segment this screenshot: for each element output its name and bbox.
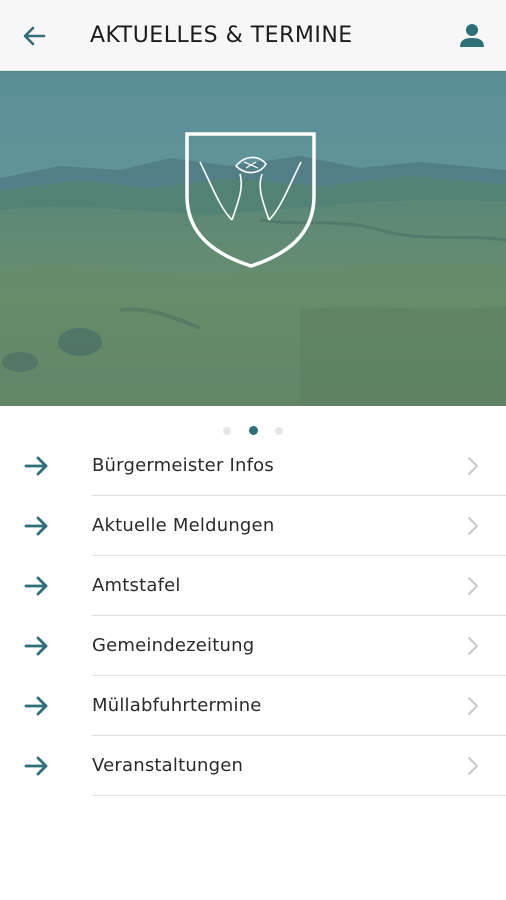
menu-item-aktuelle-meldungen[interactable]: Aktuelle Meldungen xyxy=(0,496,506,556)
arrow-right-icon xyxy=(24,516,48,536)
person-icon xyxy=(460,24,484,47)
carousel-pager xyxy=(0,420,506,435)
menu-item-label: Aktuelle Meldungen xyxy=(92,515,275,536)
profile-button[interactable] xyxy=(452,16,492,56)
menu-item-veranstaltungen[interactable]: Veranstaltungen xyxy=(0,736,506,796)
menu-list: Bürgermeister Infos Aktuelle Meldungen A… xyxy=(0,436,506,796)
chevron-right-icon xyxy=(468,517,478,535)
arrow-right-icon xyxy=(24,456,48,476)
hero-landscape-image xyxy=(0,70,506,406)
menu-item-buergermeister-infos[interactable]: Bürgermeister Infos xyxy=(0,436,506,496)
chevron-right-icon xyxy=(468,457,478,475)
menu-item-label: Gemeindezeitung xyxy=(92,635,255,656)
hero-banner[interactable] xyxy=(0,70,506,406)
menu-item-label: Bürgermeister Infos xyxy=(92,455,274,476)
arrow-right-icon xyxy=(24,696,48,716)
chevron-right-icon xyxy=(468,577,478,595)
pager-dot-1[interactable] xyxy=(223,426,232,435)
menu-item-gemeindezeitung[interactable]: Gemeindezeitung xyxy=(0,616,506,676)
arrow-right-icon xyxy=(24,576,48,596)
arrow-right-icon xyxy=(24,756,48,776)
menu-item-label: Amtstafel xyxy=(92,575,181,596)
menu-item-label: Veranstaltungen xyxy=(92,755,244,776)
menu-item-muellabfuhrtermine[interactable]: Müllabfuhrtermine xyxy=(0,676,506,736)
pager-dot-2[interactable] xyxy=(248,426,258,435)
back-button[interactable] xyxy=(14,16,54,56)
chevron-right-icon xyxy=(468,757,478,775)
pager-dot-3[interactable] xyxy=(274,426,283,435)
chevron-right-icon xyxy=(468,637,478,655)
arrow-right-icon xyxy=(24,636,48,656)
page-title: AKTUELLES & TERMINE xyxy=(90,23,353,48)
chevron-right-icon xyxy=(468,697,478,715)
arrow-left-icon xyxy=(23,26,46,46)
app-bar: AKTUELLES & TERMINE xyxy=(0,0,506,71)
divider xyxy=(92,795,506,796)
menu-item-label: Müllabfuhrtermine xyxy=(92,695,262,716)
menu-item-amtstafel[interactable]: Amtstafel xyxy=(0,556,506,616)
